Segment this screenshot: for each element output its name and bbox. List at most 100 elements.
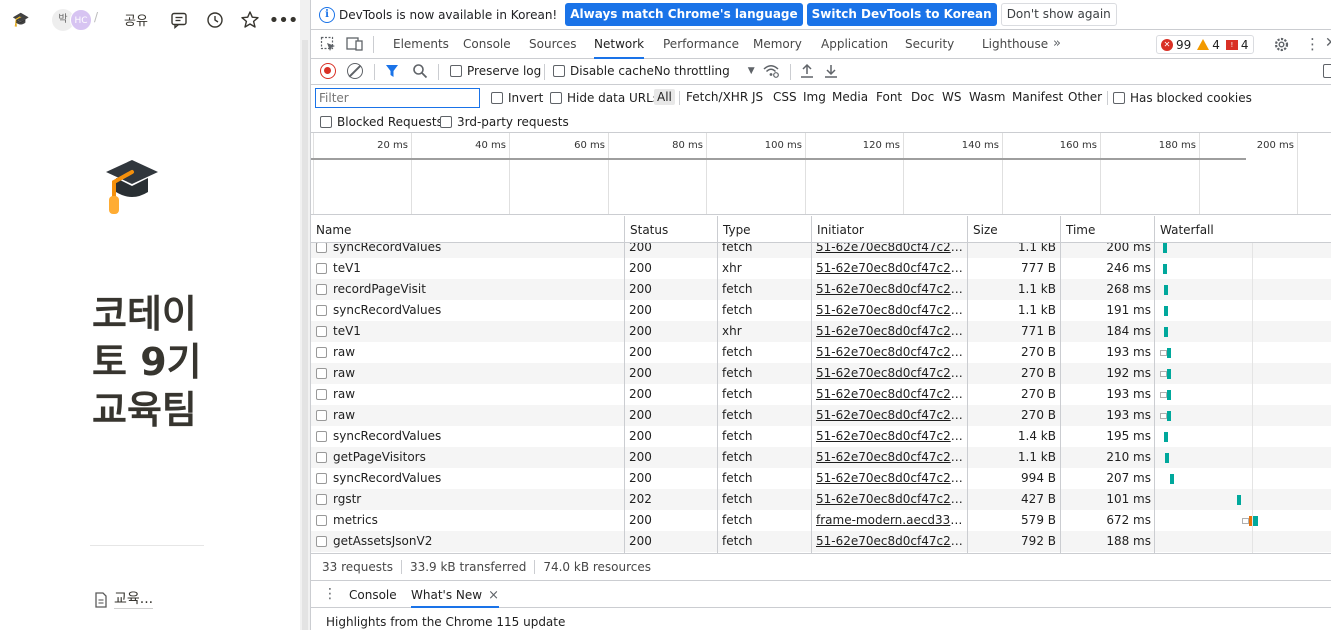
filter-type-fetch-xhr[interactable]: Fetch/XHR (683, 89, 751, 105)
tab-application[interactable]: Application (821, 30, 888, 59)
blocked-requests-checkbox[interactable]: Blocked Requests (320, 115, 443, 129)
checkbox-box[interactable] (450, 65, 462, 77)
checkbox-box[interactable] (550, 92, 562, 104)
request-name-cell[interactable]: raw (316, 345, 621, 359)
has-blocked-cookies-checkbox[interactable]: Has blocked cookies (1113, 91, 1252, 105)
drawer-menu-icon[interactable]: ⋮ (323, 586, 337, 602)
table-row[interactable]: recordPageVisit 200 fetch 51-62e70ec8d0cf47… (311, 279, 1331, 300)
request-name-cell[interactable]: syncRecordValues (316, 243, 621, 254)
gear-icon[interactable] (1273, 36, 1290, 53)
issue-counters[interactable]: ✕ 99 4 ! 4 (1156, 35, 1254, 54)
tab-network[interactable]: Network (594, 30, 645, 59)
preserve-log-checkbox[interactable]: Preserve log (450, 64, 541, 78)
dont-show-again-button[interactable]: Don't show again (1000, 3, 1117, 26)
drawer-tab-whats-new[interactable]: What's New × (411, 581, 499, 608)
column-header-waterfall[interactable]: Waterfall (1154, 216, 1331, 243)
subpage-link[interactable]: 교육... (92, 590, 154, 609)
network-settings-icon[interactable] (1323, 64, 1331, 78)
share-button[interactable]: 공유 (124, 10, 148, 29)
scrollbar-thumb[interactable] (302, 40, 308, 630)
tab-elements[interactable]: Elements (393, 30, 449, 59)
table-row[interactable]: raw 200 fetch 51-62e70ec8d0cf47c2.js:1 270 B… (311, 384, 1331, 405)
filter-type-other[interactable]: Other (1065, 89, 1105, 105)
tab-security[interactable]: Security (905, 30, 954, 59)
table-row[interactable]: getAssetsJsonV2 200 fetch 51-62e70ec8d0cf47… (311, 531, 1331, 552)
checkbox-box[interactable] (491, 92, 503, 104)
column-header-type[interactable]: Type (717, 216, 811, 243)
checkbox-box[interactable] (553, 65, 565, 77)
inspect-element-icon[interactable] (320, 36, 336, 52)
waterfall-bar[interactable] (1167, 348, 1171, 358)
filter-type-media[interactable]: Media (829, 89, 871, 105)
avatar[interactable]: HC (70, 9, 92, 31)
device-toolbar-icon[interactable] (346, 36, 363, 52)
request-name-cell[interactable]: getAssetsJsonV2 (316, 534, 621, 548)
column-divider[interactable] (1154, 216, 1155, 553)
waterfall-bar[interactable] (1164, 285, 1168, 295)
request-name-cell[interactable]: recordPageVisit (316, 282, 621, 296)
filter-type-all[interactable]: All (654, 89, 675, 105)
waterfall-bar[interactable] (1163, 264, 1167, 274)
request-initiator-link[interactable]: 51-62e70ec8d0cf47c2.js:1 (816, 534, 966, 553)
waterfall-bar[interactable] (1163, 243, 1167, 253)
waterfall-bar[interactable] (1167, 390, 1171, 400)
column-divider[interactable] (811, 216, 812, 553)
star-icon[interactable] (239, 9, 261, 31)
waterfall-bar[interactable] (1164, 306, 1168, 316)
column-divider[interactable] (967, 216, 968, 553)
table-row[interactable]: getPageVisitors 200 fetch 51-62e70ec8d0cf47… (311, 447, 1331, 468)
more-icon[interactable]: ••• (269, 9, 299, 31)
kebab-menu-icon[interactable]: ⋮ (1305, 35, 1320, 53)
column-divider[interactable] (1060, 216, 1061, 553)
table-row[interactable]: syncRecordValues 200 fetch 51-62e70ec8d0cf4… (311, 243, 1331, 258)
import-har-icon[interactable] (800, 63, 814, 79)
checkbox-box[interactable] (320, 116, 332, 128)
request-name-cell[interactable]: raw (316, 408, 621, 422)
hide-data-urls-checkbox[interactable]: Hide data URLs (550, 91, 659, 105)
request-name-cell[interactable]: raw (316, 387, 621, 401)
waterfall-bar[interactable] (1170, 474, 1174, 484)
table-row[interactable]: teV1 200 xhr 51-62e70ec8d0cf47c2.js:1 771 B1… (311, 321, 1331, 342)
warning-count[interactable]: 4 (1197, 38, 1220, 52)
tab-lighthouse[interactable]: Lighthouse (982, 30, 1048, 59)
column-divider[interactable] (717, 216, 718, 553)
history-icon[interactable] (204, 9, 226, 31)
request-name-cell[interactable]: metrics (316, 513, 621, 527)
filter-type-js[interactable]: JS (749, 89, 766, 105)
table-row[interactable]: raw 200 fetch 51-62e70ec8d0cf47c2.js:1 270 B… (311, 363, 1331, 384)
table-row[interactable]: syncRecordValues 200 fetch 51-62e70ec8d0cf4… (311, 468, 1331, 489)
page-title[interactable]: 코테이토 9기 교육팀 (92, 290, 202, 434)
network-overview-timeline[interactable]: 20 ms 40 ms 60 ms 80 ms 100 ms 120 ms 14… (311, 133, 1331, 215)
table-row[interactable]: syncRecordValues 200 fetch 51-62e70ec8d0cf4… (311, 426, 1331, 447)
issues-count[interactable]: ! 4 (1225, 38, 1249, 52)
column-header-status[interactable]: Status (624, 216, 717, 243)
filter-type-css[interactable]: CSS (770, 89, 800, 105)
filter-icon[interactable] (385, 64, 399, 78)
clear-icon[interactable] (347, 63, 363, 79)
waterfall-bar[interactable] (1237, 495, 1241, 505)
always-match-language-button[interactable]: Always match Chrome's language (565, 3, 803, 26)
network-conditions-icon[interactable] (762, 63, 780, 79)
invert-checkbox[interactable]: Invert (491, 91, 543, 105)
request-name-cell[interactable]: syncRecordValues (316, 429, 621, 443)
checkbox-box[interactable] (440, 116, 452, 128)
filter-type-doc[interactable]: Doc (908, 89, 937, 105)
request-name-cell[interactable]: teV1 (316, 261, 621, 275)
close-icon[interactable]: × (488, 588, 499, 603)
throttling-select[interactable]: No throttling ▼ (654, 64, 755, 78)
request-name-cell[interactable]: syncRecordValues (316, 303, 621, 317)
waterfall-bar[interactable] (1167, 411, 1171, 421)
filter-type-ws[interactable]: WS (939, 89, 964, 105)
disable-cache-checkbox[interactable]: Disable cache (553, 64, 654, 78)
graduation-cap-icon[interactable]: 🎓 (12, 10, 29, 30)
table-row[interactable]: metrics200fetchframe-modern.aecd3378.j..… (311, 510, 1331, 531)
waterfall-bar[interactable] (1165, 453, 1169, 463)
close-icon[interactable]: ✕ (1325, 35, 1331, 51)
third-party-requests-checkbox[interactable]: 3rd-party requests (440, 115, 569, 129)
column-header-initiator[interactable]: Initiator (811, 216, 967, 243)
comment-icon[interactable] (168, 9, 190, 31)
table-row[interactable]: raw 200 fetch 51-62e70ec8d0cf47c2.js:1 270 B… (311, 342, 1331, 363)
request-name-cell[interactable]: getPageVisitors (316, 450, 621, 464)
table-row[interactable]: syncRecordValues 200 fetch 51-62e70ec8d0cf4… (311, 300, 1331, 321)
request-name-cell[interactable]: teV1 (316, 324, 621, 338)
